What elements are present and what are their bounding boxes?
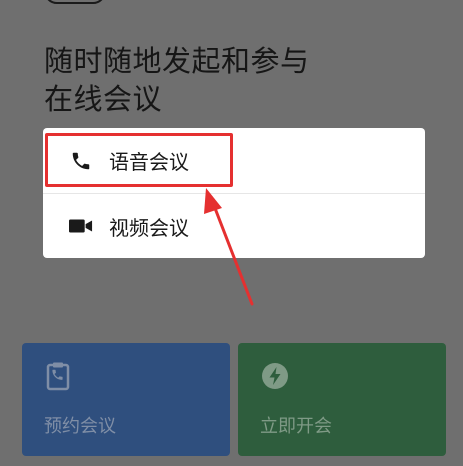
- page-headline: 随时随地发起和参与 在线会议: [44, 42, 424, 118]
- menu-item-voice-meeting[interactable]: 语音会议: [43, 128, 425, 193]
- voice-meeting-label: 语音会议: [109, 150, 189, 174]
- headline-line-2: 在线会议: [44, 82, 163, 116]
- calendar-phone-icon: [44, 361, 74, 391]
- meeting-type-menu: 语音会议 视频会议: [43, 128, 425, 258]
- instant-meeting-label: 立即开会: [260, 416, 332, 437]
- video-meeting-label: 视频会议: [109, 215, 189, 240]
- lightning-icon: [260, 361, 290, 391]
- menu-item-video-meeting[interactable]: 视频会议: [43, 193, 425, 258]
- top-pill-button[interactable]: [44, 0, 106, 4]
- schedule-meeting-label: 预约会议: [44, 416, 116, 437]
- headline-line-1: 随时随地发起和参与: [44, 44, 310, 78]
- phone-icon: [69, 149, 93, 173]
- video-camera-icon: [69, 214, 93, 238]
- schedule-meeting-card[interactable]: 预约会议: [22, 343, 230, 456]
- instant-meeting-card[interactable]: 立即开会: [238, 343, 446, 456]
